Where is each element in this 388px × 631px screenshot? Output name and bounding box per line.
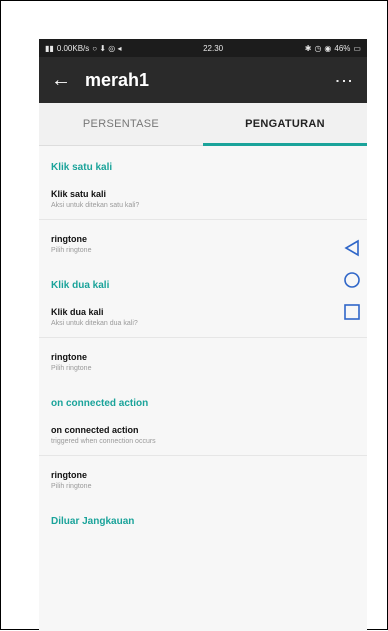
item-subtitle: Pilih ringtone: [51, 365, 92, 372]
item-title: on connected action: [51, 425, 139, 435]
status-time: 22.30: [203, 43, 224, 53]
item-title: ringtone: [51, 470, 87, 480]
section-title-klik-dua-kali: Klik dua kali: [51, 280, 110, 291]
item-subtitle: Pilih ringtone: [51, 483, 92, 490]
tab-pengaturan[interactable]: PENGATURAN: [203, 103, 367, 146]
circle-home-icon[interactable]: [343, 271, 361, 289]
battery-icon: ▭: [353, 43, 361, 53]
list-item[interactable]: on connected action triggered when conne…: [39, 417, 367, 456]
item-subtitle: triggered when connection occurs: [51, 438, 156, 445]
back-arrow-icon[interactable]: ←: [51, 69, 77, 92]
triangle-back-icon[interactable]: [343, 239, 361, 257]
list-item[interactable]: ringtone Pilih ringtone: [39, 220, 367, 264]
list-item[interactable]: ringtone Pilih ringtone: [39, 456, 367, 500]
item-title: ringtone: [51, 352, 87, 362]
battery-percent: 46%: [334, 43, 351, 53]
screenshot-frame: ▮▮ 0.00KB/s ○ ⬇ ◎ ◂ 22.30 ✱ ◷ ◉ 46% ▭ ← …: [0, 0, 388, 631]
alarm-icon: ◷: [314, 43, 322, 53]
app-bar: ← merah1 ⋮: [39, 57, 367, 103]
item-title: Klik dua kali: [51, 307, 104, 317]
item-subtitle: Aksi untuk ditekan satu kali?: [51, 202, 140, 209]
list-item[interactable]: ringtone Pilih ringtone: [39, 338, 367, 382]
settings-list: Klik satu kali Klik satu kali Aksi untuk…: [39, 146, 367, 535]
tab-persentase[interactable]: PERSENTASE: [39, 103, 203, 145]
floating-nav-buttons: [339, 239, 365, 321]
status-bar: ▮▮ 0.00KB/s ○ ⬇ ◎ ◂ 22.30 ✱ ◷ ◉ 46% ▭: [39, 39, 367, 57]
signal-icon: ▮▮: [45, 43, 54, 53]
section-title-klik-satu-kali: Klik satu kali: [51, 162, 113, 173]
page-title: merah1: [85, 69, 150, 90]
eye-icon: ◉: [324, 43, 332, 53]
status-left: ▮▮ 0.00KB/s ○ ⬇ ◎ ◂: [45, 44, 121, 53]
bluetooth-icon: ✱: [304, 43, 312, 53]
section-title-diluar-jangkauan: Diluar Jangkauan: [51, 516, 135, 527]
list-item[interactable]: Klik dua kali Aksi untuk ditekan dua kal…: [39, 299, 367, 338]
more-options-icon[interactable]: ⋮: [333, 72, 355, 88]
section-title-on-connected-action: on connected action: [51, 398, 149, 409]
item-subtitle: Aksi untuk ditekan dua kali?: [51, 320, 138, 327]
item-subtitle: Pilih ringtone: [51, 247, 92, 254]
item-title: ringtone: [51, 234, 87, 244]
item-title: Klik satu kali: [51, 189, 107, 199]
phone-screen: ▮▮ 0.00KB/s ○ ⬇ ◎ ◂ 22.30 ✱ ◷ ◉ 46% ▭ ← …: [39, 39, 367, 631]
notification-icons: ○ ⬇ ◎ ◂: [92, 43, 122, 53]
network-speed: 0.00KB/s: [56, 43, 90, 53]
square-recent-icon[interactable]: [343, 303, 361, 321]
status-right: ✱ ◷ ◉ 46% ▭: [305, 44, 361, 53]
tab-bar: PERSENTASE PENGATURAN: [39, 103, 367, 146]
list-item[interactable]: Klik satu kali Aksi untuk ditekan satu k…: [39, 181, 367, 220]
